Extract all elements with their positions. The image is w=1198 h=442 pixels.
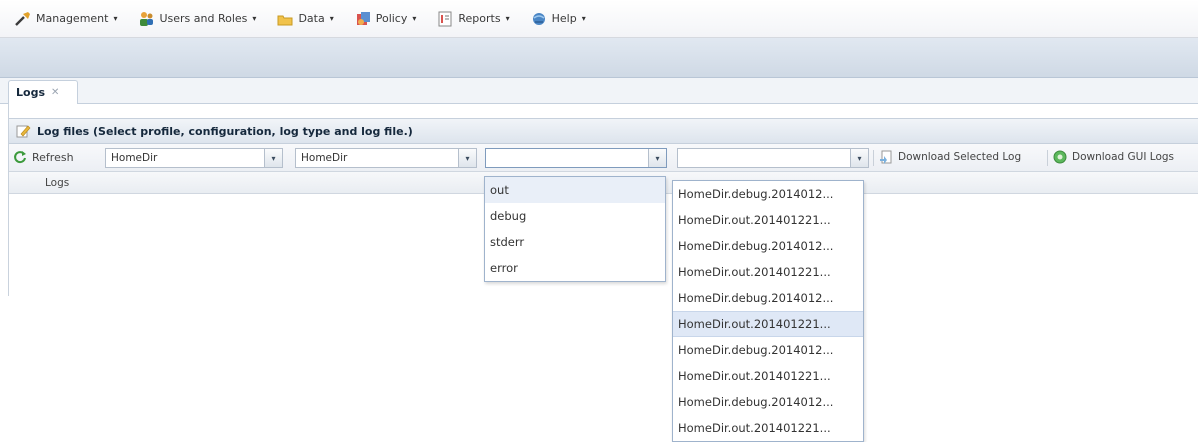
tab-logs-label: Logs <box>16 86 45 99</box>
reports-icon <box>436 10 454 28</box>
menu-data-label: Data <box>298 12 325 25</box>
menu-policy[interactable]: Policy ▾ <box>348 7 423 31</box>
globe-download-icon <box>1053 150 1067 164</box>
profile-combo[interactable]: HomeDir ▾ <box>105 148 283 168</box>
download-gui-logs-button[interactable]: Download GUI Logs <box>1053 150 1174 164</box>
configuration-combo[interactable]: HomeDir ▾ <box>295 148 477 168</box>
log-file-combo[interactable]: ▾ <box>677 148 869 168</box>
main-menubar: Management ▾ Users and Roles ▾ Data ▾ Po… <box>0 0 1198 38</box>
configuration-combo-value: HomeDir <box>301 152 348 164</box>
chevron-down-icon: ▾ <box>329 14 334 23</box>
tab-logs[interactable]: Logs ✕ <box>8 80 78 104</box>
list-item[interactable]: HomeDir.debug.2014012... <box>673 233 863 259</box>
chevron-down-icon: ▾ <box>113 14 118 23</box>
log-file-dropdown-list: HomeDir.debug.2014012... HomeDir.out.201… <box>672 180 864 442</box>
download-gui-logs-label: Download GUI Logs <box>1072 151 1175 163</box>
document-download-icon <box>879 150 893 164</box>
list-item[interactable]: out <box>485 177 665 203</box>
menu-help[interactable]: Help ▾ <box>524 7 592 31</box>
help-globe-icon <box>530 10 548 28</box>
refresh-icon <box>13 150 27 164</box>
chevron-down-icon[interactable]: ▾ <box>264 149 282 167</box>
menu-data[interactable]: Data ▾ <box>270 7 339 31</box>
download-selected-log-label: Download Selected Log <box>898 151 1022 163</box>
chevron-down-icon[interactable]: ▾ <box>648 149 666 167</box>
panel-title: Log files (Select profile, configuration… <box>37 124 413 138</box>
list-item[interactable]: debug <box>485 203 665 229</box>
list-item[interactable]: HomeDir.out.201401221... <box>673 415 863 441</box>
list-item[interactable]: HomeDir.debug.2014012... <box>673 337 863 363</box>
logs-column-header[interactable]: Logs <box>45 177 69 189</box>
list-item[interactable]: HomeDir.debug.2014012... <box>673 389 863 415</box>
menu-management[interactable]: Management ▾ <box>8 7 123 31</box>
menu-reports-label: Reports <box>458 12 501 25</box>
profile-combo-value: HomeDir <box>111 152 158 164</box>
log-toolbar: Refresh HomeDir ▾ HomeDir ▾ ▾ ▾ Download… <box>9 144 1198 172</box>
list-item[interactable]: HomeDir.out.201401221... <box>673 259 863 285</box>
refresh-button[interactable]: Refresh <box>13 150 74 164</box>
data-folder-icon <box>276 10 294 28</box>
menu-users-and-roles-label: Users and Roles <box>159 12 248 25</box>
list-item[interactable]: HomeDir.out.201401221... <box>673 363 863 389</box>
chevron-down-icon: ▾ <box>505 14 510 23</box>
list-item[interactable]: HomeDir.out.201401221... <box>673 311 863 337</box>
menu-policy-label: Policy <box>375 12 408 25</box>
list-item[interactable]: error <box>485 255 665 281</box>
download-selected-log-button[interactable]: Download Selected Log <box>879 150 1021 164</box>
users-icon <box>137 10 155 28</box>
list-item[interactable]: stderr <box>485 229 665 255</box>
menu-reports[interactable]: Reports ▾ <box>430 7 515 31</box>
log-type-dropdown-list: out debug stderr error <box>484 176 666 282</box>
chevron-down-icon: ▾ <box>412 14 417 23</box>
policy-icon <box>354 10 372 28</box>
panel-header: Log files (Select profile, configuration… <box>9 118 1198 144</box>
menu-help-label: Help <box>551 12 577 25</box>
refresh-label: Refresh <box>32 150 74 164</box>
menu-users-and-roles[interactable]: Users and Roles ▾ <box>131 7 262 31</box>
log-type-combo[interactable]: ▾ <box>485 148 667 168</box>
toolbar-separator <box>873 150 874 166</box>
list-item[interactable]: HomeDir.debug.2014012... <box>673 181 863 207</box>
wrench-icon <box>14 10 32 28</box>
toolbar-separator <box>1047 150 1048 166</box>
list-item[interactable]: HomeDir.out.201401221... <box>673 207 863 233</box>
chevron-down-icon: ▾ <box>252 14 257 23</box>
chevron-down-icon[interactable]: ▾ <box>850 149 868 167</box>
edit-document-icon <box>15 123 31 139</box>
close-icon[interactable]: ✕ <box>51 87 59 98</box>
header-band <box>0 38 1198 78</box>
list-item[interactable]: HomeDir.debug.2014012... <box>673 285 863 311</box>
chevron-down-icon: ▾ <box>581 14 586 23</box>
tab-strip: Logs ✕ <box>0 78 1198 104</box>
menu-management-label: Management <box>36 12 109 25</box>
chevron-down-icon[interactable]: ▾ <box>458 149 476 167</box>
